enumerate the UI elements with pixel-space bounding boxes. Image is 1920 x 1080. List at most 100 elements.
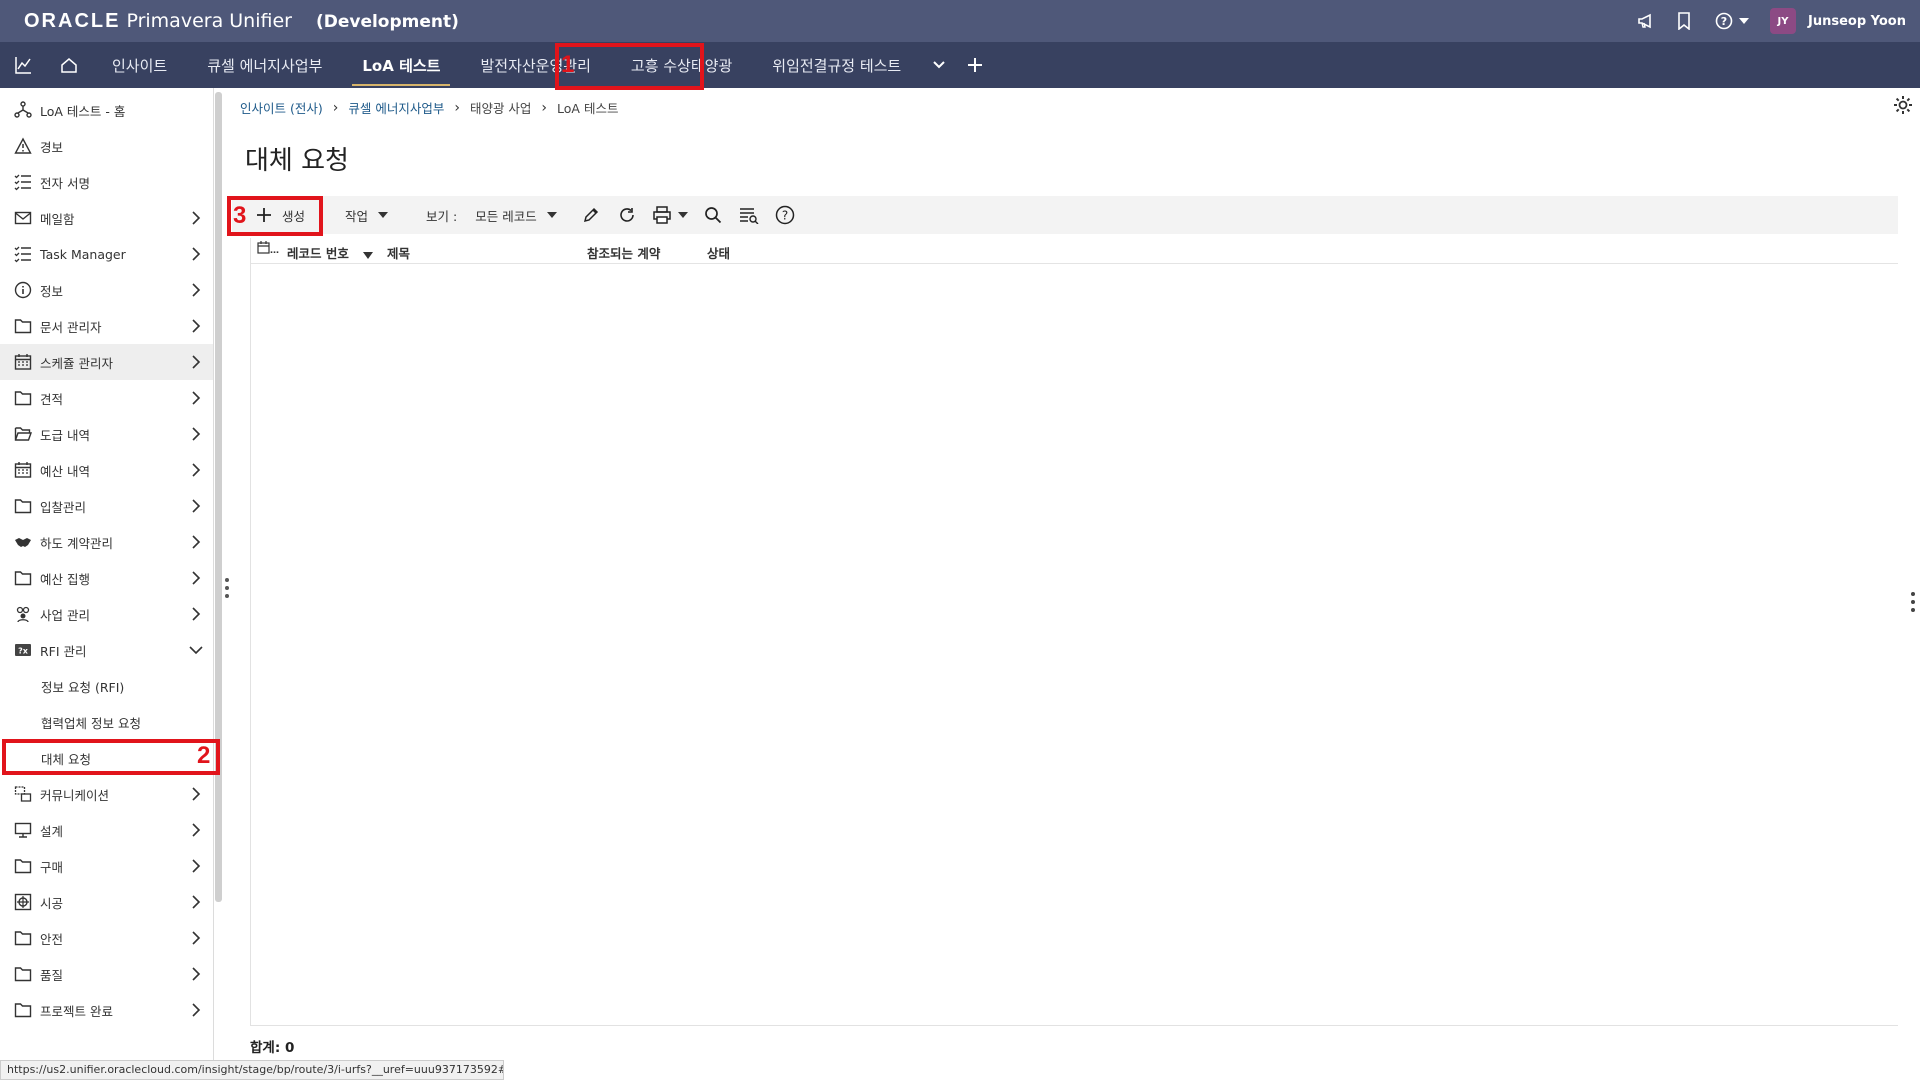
sidebar-item-after-2[interactable]: 구매 <box>0 848 213 884</box>
sidebar-item-label: 안전 <box>40 931 64 947</box>
brand-logo[interactable]: ORACLE Primavera Unifier (Development) <box>24 10 459 33</box>
sidebar-subitem-0[interactable]: 정보 요청 (RFI) <box>0 668 213 704</box>
view-selector[interactable]: 보기 : 모든 레코드 <box>416 196 567 234</box>
grid-total-count: 합계: 0 <box>250 1040 295 1056</box>
sidebar-item-12[interactable]: 하도 계약관리 <box>0 524 213 560</box>
refresh-icon[interactable] <box>609 196 645 234</box>
chevron-right-icon <box>192 283 201 297</box>
folder-icon <box>14 857 32 875</box>
column-header-status[interactable]: 상태 <box>707 243 730 262</box>
sidebar-item-7[interactable]: 스케쥴 관리자 <box>0 344 213 380</box>
chevron-right-icon <box>192 823 201 837</box>
breadcrumb-insight[interactable]: 인사이트 (전사) <box>240 98 323 117</box>
breadcrumb-qcells-energy[interactable]: 큐셀 에너지사업부 <box>348 98 444 117</box>
right-panel-handle[interactable] <box>1911 592 1915 612</box>
breadcrumb-loa-test: LoA 테스트 <box>557 101 619 116</box>
sidebar-item-15[interactable]: ?x RFI 관리 <box>0 632 213 668</box>
sidebar-item-4[interactable]: Task Manager <box>0 236 213 272</box>
edit-pencil-icon[interactable] <box>573 196 609 234</box>
megaphone-icon[interactable] <box>1636 11 1656 31</box>
sidebar-item-label: 예산 집행 <box>40 571 90 587</box>
chevron-right-icon: › <box>541 99 548 116</box>
svg-text:?x: ?x <box>18 647 29 656</box>
grid-header-row: … 레코드 번호 제목 참조되는 계약 상태 <box>251 238 1898 264</box>
sidebar-item-label: 정보 <box>40 283 64 299</box>
chevron-down-icon <box>378 212 389 218</box>
chevron-right-icon <box>192 391 201 405</box>
sidebar-item-after-0[interactable]: 커뮤니케이션 <box>0 776 213 812</box>
chevron-right-icon <box>192 1003 201 1017</box>
chevron-right-icon <box>192 931 201 945</box>
tab-qcells-energy[interactable]: 큐셀 에너지사업부 <box>187 42 342 88</box>
sidebar-item-1[interactable]: 경보 <box>0 128 213 164</box>
sidebar-subitem-1[interactable]: 협력업체 정보 요청 <box>0 704 213 740</box>
workspace-tabbar: 인사이트 큐셀 에너지사업부 LoA 테스트 발전자산운영관리 고흥 수상태양광… <box>0 42 1920 88</box>
column-header-title[interactable]: 제목 <box>387 243 410 262</box>
sidebar-item-label: 경보 <box>40 139 64 155</box>
annotation-number-1: 1 <box>561 51 575 78</box>
sidebar-item-2[interactable]: 전자 서명 <box>0 164 213 200</box>
add-tab-plus-icon[interactable] <box>957 42 993 88</box>
sidebar-item-after-3[interactable]: 시공 <box>0 884 213 920</box>
avatar: JY <box>1769 8 1796 34</box>
sidebar-item-label: Task Manager <box>40 246 126 262</box>
more-tabs-chevron-icon[interactable] <box>921 42 957 88</box>
sidebar-scrollbar[interactable] <box>215 92 222 902</box>
find-list-icon[interactable] <box>731 196 767 234</box>
browser-status-url: https://us2.unifier.oraclecloud.com/insi… <box>0 1060 504 1080</box>
dashboard-chart-icon[interactable] <box>0 42 46 88</box>
sidebar-item-after-1[interactable]: 설계 <box>0 812 213 848</box>
search-icon[interactable] <box>695 196 731 234</box>
rfi-icon: ?x <box>14 641 32 659</box>
sidebar-item-label: 품질 <box>40 967 64 983</box>
sidebar-item-9[interactable]: 도급 내역 <box>0 416 213 452</box>
sidebar-item-3[interactable]: 메일함 <box>0 200 213 236</box>
chevron-right-icon <box>192 499 201 513</box>
sidebar-item-after-5[interactable]: 품질 <box>0 956 213 992</box>
sidebar-item-label: 정보 요청 (RFI) <box>41 679 125 695</box>
sort-descending-icon[interactable] <box>363 248 373 263</box>
tab-insight[interactable]: 인사이트 <box>92 42 187 88</box>
sidebar-item-11[interactable]: 입찰관리 <box>0 488 213 524</box>
chevron-right-icon <box>192 535 201 549</box>
sidebar-item-6[interactable]: 문서 관리자 <box>0 308 213 344</box>
panel-splitter-handle[interactable] <box>225 578 229 598</box>
sidebar-item-label: 시공 <box>40 895 64 911</box>
column-header-referenced-contract[interactable]: 참조되는 계약 <box>587 243 660 262</box>
tab-delegation-rule-test[interactable]: 위임전결규정 테스트 <box>752 42 921 88</box>
sidebar-item-13[interactable]: 예산 집행 <box>0 560 213 596</box>
view-label: 보기 : <box>426 208 458 224</box>
sidebar-item-10[interactable]: 예산 내역 <box>0 452 213 488</box>
sidebar-item-label: 협력업체 정보 요청 <box>41 715 141 731</box>
handshake-icon <box>14 533 32 551</box>
actions-menu-button[interactable]: 작업 <box>335 196 398 234</box>
product-name: Primavera Unifier <box>126 9 292 32</box>
sidebar-item-8[interactable]: 견적 <box>0 380 213 416</box>
tab-loa-test[interactable]: LoA 테스트 <box>342 42 460 88</box>
folder-icon <box>14 317 32 335</box>
sidebar-item-label: 구매 <box>40 859 64 875</box>
app-header: ORACLE Primavera Unifier (Development) ?… <box>0 0 1920 42</box>
sidebar-item-label: 스케쥴 관리자 <box>40 355 113 371</box>
sidebar-item-0[interactable]: LoA 테스트 - 홈 <box>0 92 213 128</box>
column-chooser-calendar-icon[interactable]: … <box>257 241 279 258</box>
sidebar-item-5[interactable]: 정보 <box>0 272 213 308</box>
chevron-down-icon <box>189 646 203 655</box>
calendar-icon <box>14 353 32 371</box>
help-icon[interactable]: ? <box>767 196 803 234</box>
print-icon[interactable] <box>645 196 695 234</box>
sidebar-item-label: 설계 <box>40 823 64 839</box>
sidebar-item-14[interactable]: 사업 관리 <box>0 596 213 632</box>
home-icon[interactable] <box>46 42 92 88</box>
folder-icon <box>14 1001 32 1019</box>
gear-icon[interactable] <box>1892 94 1914 116</box>
bookmark-icon[interactable] <box>1674 11 1694 31</box>
view-selected-value: 모든 레코드 <box>475 208 537 224</box>
column-header-record-number[interactable]: 레코드 번호 <box>287 243 349 262</box>
actions-label: 작업 <box>345 208 369 224</box>
user-menu[interactable]: JY Junseop Yoon <box>1769 8 1906 34</box>
sidebar-item-after-6[interactable]: 프로젝트 완료 <box>0 992 213 1028</box>
sidebar-item-after-4[interactable]: 안전 <box>0 920 213 956</box>
help-menu-icon[interactable]: ? <box>1712 11 1752 31</box>
warning-icon <box>14 137 32 155</box>
